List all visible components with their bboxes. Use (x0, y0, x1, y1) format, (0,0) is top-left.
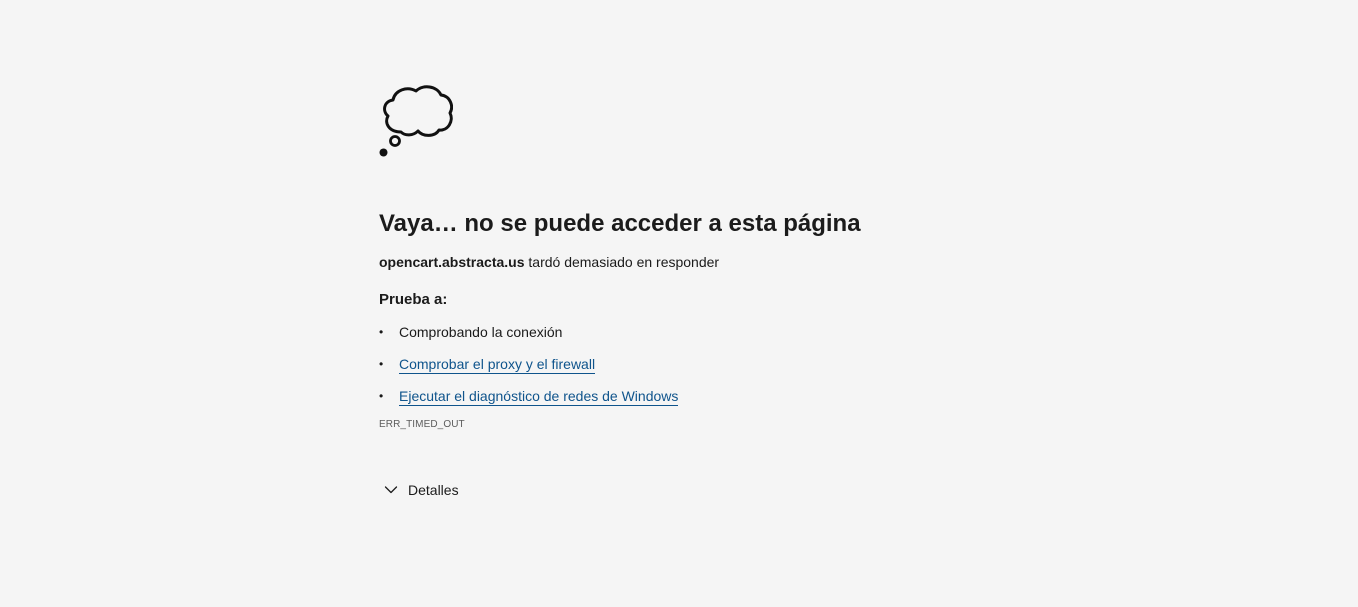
bullet: • (379, 389, 384, 403)
try-heading: Prueba a: (379, 291, 448, 308)
error-message: opencart.abstracta.us tardó demasiado en… (379, 252, 979, 272)
suggestion-item: • Comprobando la conexión (379, 322, 979, 342)
bullet: • (379, 357, 384, 371)
bullet: • (379, 325, 384, 339)
details-button[interactable]: Detalles (379, 482, 459, 498)
error-page: Vaya… no se puede acceder a esta página … (379, 84, 979, 502)
check-proxy-firewall-link[interactable]: Comprobar el proxy y el firewall (399, 356, 596, 374)
windows-network-diagnostics-link[interactable]: Ejecutar el diagnóstico de redes de Wind… (399, 388, 679, 406)
page-title: Vaya… no se puede acceder a esta página (379, 210, 861, 237)
suggestion-item: • Comprobar el proxy y el firewall (379, 354, 979, 374)
details-label: Detalles (408, 482, 459, 498)
host-name: opencart.abstracta.us (379, 254, 525, 270)
message-text: tardó demasiado en responder (524, 254, 720, 270)
error-code: ERR_TIMED_OUT (379, 419, 465, 430)
chevron-down-icon (384, 486, 398, 494)
suggestion-item: • Ejecutar el diagnóstico de redes de Wi… (379, 386, 979, 406)
thought-cloud-icon (379, 85, 453, 157)
suggestions-list: • Comprobando la conexión • Comprobar el… (379, 322, 979, 406)
suggestion-check-connection: Comprobando la conexión (399, 324, 563, 340)
